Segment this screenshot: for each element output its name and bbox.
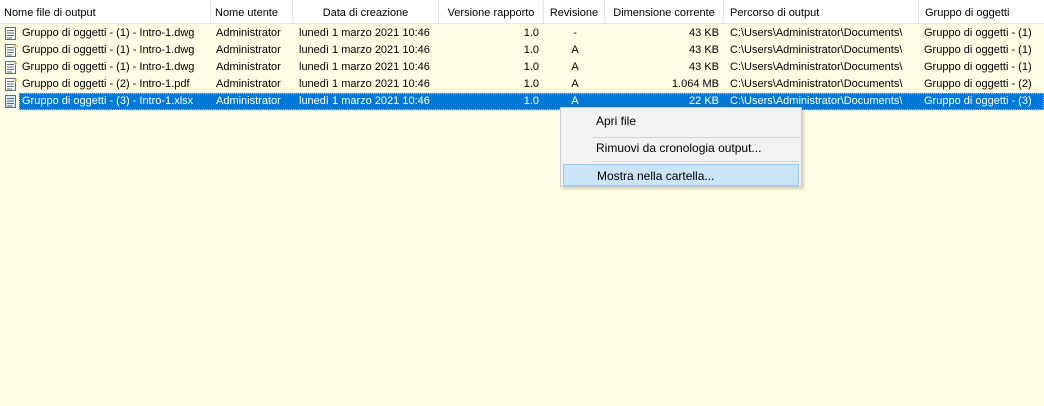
header-revision[interactable]: Revisione bbox=[544, 0, 605, 24]
cell-creation-date: lunedì 1 marzo 2021 10:46 bbox=[299, 44, 430, 56]
cell-revision: A bbox=[571, 61, 579, 73]
cell-username: Administrator bbox=[216, 78, 281, 90]
cell-report-version: 1.0 bbox=[523, 44, 539, 56]
cell-object-group: Gruppo di oggetti - (1) bbox=[924, 44, 1032, 56]
table-row[interactable]: Gruppo di oggetti - (3) - Intro-1.xlsx Ad… bbox=[0, 93, 1044, 110]
cell-filename: Gruppo di oggetti - (1) - Intro-1.dwg bbox=[22, 44, 195, 56]
cell-filename: Gruppo di oggetti - (3) - Intro-1.xlsx bbox=[22, 95, 194, 107]
cell-current-size: 43 KB bbox=[689, 61, 719, 73]
cell-revision: A bbox=[571, 78, 579, 90]
table-row[interactable]: Gruppo di oggetti - (1) - Intro-1.dwg Adm… bbox=[0, 25, 1044, 42]
dwg-file-new-icon bbox=[4, 43, 18, 57]
cell-filename: Gruppo di oggetti - (1) - Intro-1.dwg bbox=[22, 27, 195, 39]
cell-object-group: Gruppo di oggetti - (3) bbox=[924, 95, 1032, 107]
header-username[interactable]: Nome utente bbox=[211, 0, 293, 24]
menu-item-open-file[interactable]: Apri file bbox=[563, 110, 799, 132]
cell-report-version: 1.0 bbox=[523, 61, 539, 73]
column-header: Nome file di output Nome utente Data di … bbox=[0, 0, 1044, 24]
cell-revision: A bbox=[571, 44, 579, 56]
table-row[interactable]: Gruppo di oggetti - (1) - Intro-1.dwg Adm… bbox=[0, 42, 1044, 59]
header-object-group[interactable]: Gruppo di oggetti bbox=[919, 0, 1044, 24]
cell-filename: Gruppo di oggetti - (2) - Intro-1.pdf bbox=[22, 78, 190, 90]
context-menu: Apri file Rimuovi da cronologia output..… bbox=[560, 107, 802, 187]
cell-report-version: 1.0 bbox=[523, 27, 539, 39]
cell-username: Administrator bbox=[216, 61, 281, 73]
cell-output-path: C:\Users\Administrator\Documents\ bbox=[730, 27, 903, 39]
cell-creation-date: lunedì 1 marzo 2021 10:46 bbox=[299, 78, 430, 90]
cell-filename: Gruppo di oggetti - (1) - Intro-1.dwg bbox=[22, 61, 195, 73]
cell-output-path: C:\Users\Administrator\Documents\ bbox=[730, 78, 903, 90]
menu-separator bbox=[591, 161, 799, 162]
cell-username: Administrator bbox=[216, 27, 281, 39]
cell-object-group: Gruppo di oggetti - (2) bbox=[924, 78, 1032, 90]
pdf-file-new-icon bbox=[4, 77, 18, 91]
cell-revision: - bbox=[573, 27, 577, 39]
cell-output-path: C:\Users\Administrator\Documents\ bbox=[730, 44, 903, 56]
table-row[interactable]: Gruppo di oggetti - (2) - Intro-1.pdf Adm… bbox=[0, 76, 1044, 93]
cell-object-group: Gruppo di oggetti - (1) bbox=[924, 61, 1032, 73]
header-output-path[interactable]: Percorso di output bbox=[724, 0, 919, 24]
cell-creation-date: lunedì 1 marzo 2021 10:46 bbox=[299, 27, 430, 39]
cell-creation-date: lunedì 1 marzo 2021 10:46 bbox=[299, 95, 430, 107]
header-current-size[interactable]: Dimensione corrente bbox=[605, 0, 724, 24]
menu-item-show-in-folder[interactable]: Mostra nella cartella... bbox=[563, 164, 799, 186]
header-creation-date[interactable]: Data di creazione bbox=[293, 0, 439, 24]
header-output-filename[interactable]: Nome file di output bbox=[0, 0, 211, 24]
header-report-version[interactable]: Versione rapporto bbox=[439, 0, 544, 24]
cell-report-version: 1.0 bbox=[523, 78, 539, 90]
cell-object-group: Gruppo di oggetti - (1) bbox=[924, 27, 1032, 39]
cell-current-size: 1.064 MB bbox=[671, 78, 719, 90]
cell-current-size: 43 KB bbox=[689, 27, 719, 39]
table-row[interactable]: Gruppo di oggetti - (1) - Intro-1.dwg Adm… bbox=[0, 59, 1044, 76]
cell-report-version: 1.0 bbox=[523, 95, 539, 107]
cell-output-path: C:\Users\Administrator\Documents\ bbox=[730, 61, 903, 73]
cell-current-size: 43 KB bbox=[689, 44, 719, 56]
dwg-file-icon bbox=[4, 26, 18, 40]
dwg-file-new-icon bbox=[4, 60, 18, 74]
cell-creation-date: lunedì 1 marzo 2021 10:46 bbox=[299, 61, 430, 73]
cell-username: Administrator bbox=[216, 44, 281, 56]
xlsx-file-icon bbox=[4, 94, 18, 108]
cell-username: Administrator bbox=[216, 95, 281, 107]
menu-item-remove-from-history[interactable]: Rimuovi da cronologia output... bbox=[563, 137, 799, 159]
